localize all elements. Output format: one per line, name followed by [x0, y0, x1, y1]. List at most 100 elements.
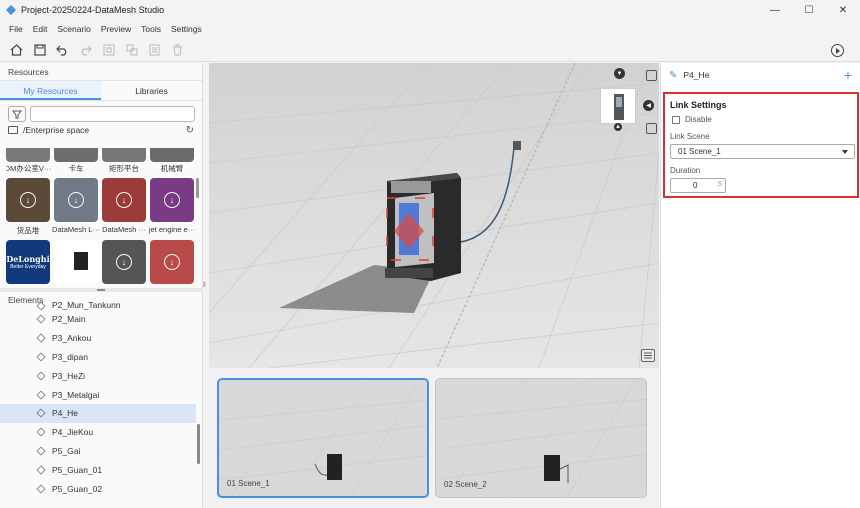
- resource-card[interactable]: ↓: [6, 178, 50, 222]
- refresh-icon[interactable]: ↻: [186, 125, 194, 136]
- element-label: P2_Main: [52, 314, 86, 325]
- home-icon: [10, 43, 23, 56]
- transform-button[interactable]: [120, 40, 143, 60]
- undo-icon: [56, 45, 67, 56]
- resource-card[interactable]: ↓: [102, 178, 146, 222]
- element-row[interactable]: P3_Ankou: [0, 329, 196, 348]
- brand-logo-text: DeLonghi: [6, 254, 50, 264]
- toolbar: [0, 38, 860, 62]
- menu-edit[interactable]: Edit: [28, 24, 53, 34]
- folder-path: /Enterprise space ↻: [0, 122, 202, 138]
- save-button[interactable]: [28, 40, 51, 60]
- filter-button[interactable]: [8, 106, 26, 122]
- document-button[interactable]: [143, 40, 166, 60]
- list-view-icon[interactable]: [641, 349, 655, 362]
- title-bar: Project-20250224-DataMesh Studio — ☐ ✕: [0, 0, 860, 20]
- cube-icon: [36, 484, 46, 494]
- book-icon[interactable]: [646, 123, 657, 134]
- link-settings-section: Link Settings Disable Link Scene 01 Scen…: [663, 92, 859, 198]
- screenshot-icon[interactable]: [646, 70, 657, 81]
- machine-thumbnail: [74, 252, 88, 270]
- menu-file[interactable]: File: [4, 24, 28, 34]
- scene-label: 01 Scene_1: [227, 479, 270, 488]
- download-icon: ↓: [20, 192, 36, 208]
- close-button[interactable]: ✕: [826, 0, 860, 20]
- resource-card-delonghi[interactable]: DeLonghi Better Everyday: [6, 240, 50, 284]
- element-label: P5_Gai: [52, 445, 81, 456]
- menu-settings[interactable]: Settings: [166, 24, 207, 34]
- resource-label: DataMesh L···: [52, 225, 100, 234]
- view-up-icon[interactable]: ▼: [614, 68, 625, 79]
- resource-card[interactable]: ↓: [150, 240, 194, 284]
- tab-my-resources[interactable]: My Resources: [0, 81, 101, 100]
- scene-card-1[interactable]: 01 Scene_1: [217, 378, 429, 498]
- element-row[interactable]: P5_Guan_02: [0, 479, 196, 498]
- resource-card[interactable]: [6, 148, 50, 162]
- disable-row: Disable: [672, 115, 712, 124]
- resource-card[interactable]: ↓: [150, 178, 194, 222]
- resource-card[interactable]: ↓: [54, 178, 98, 222]
- element-label: P5_Guan_01: [52, 464, 103, 475]
- element-row[interactable]: P3_HeZi: [0, 366, 196, 385]
- view-down-icon[interactable]: ▲: [614, 123, 622, 131]
- menu-preview[interactable]: Preview: [96, 24, 136, 34]
- resource-card[interactable]: ↓: [102, 240, 146, 284]
- element-row[interactable]: P5_Gai: [0, 442, 196, 461]
- cube-icon: [36, 390, 46, 400]
- splitter-handle[interactable]: [97, 289, 105, 291]
- scene-card-2[interactable]: 02 Scene_2: [435, 378, 647, 498]
- resource-label: DataMesh ···: [102, 225, 146, 234]
- minimize-button[interactable]: —: [758, 0, 792, 20]
- duration-input[interactable]: 0 S: [670, 178, 726, 193]
- properties-header: ✎ P4_He +: [661, 63, 860, 87]
- menu-scenario[interactable]: Scenario: [52, 24, 96, 34]
- cube-icon: [36, 465, 46, 475]
- play-button[interactable]: [831, 44, 844, 57]
- menu-bar: File Edit Scenario Preview Tools Setting…: [0, 20, 860, 38]
- cube-icon: [36, 333, 46, 343]
- download-icon: ↓: [164, 254, 180, 270]
- play-icon: [836, 47, 840, 54]
- element-row[interactable]: P4_JieKou: [0, 423, 196, 442]
- element-row[interactable]: P3_dipan: [0, 348, 196, 367]
- resource-card[interactable]: [54, 240, 98, 284]
- cube-icon: [36, 408, 46, 418]
- undo-button[interactable]: [51, 40, 74, 60]
- home-button[interactable]: [5, 40, 28, 60]
- download-icon: ↓: [116, 254, 132, 270]
- delete-button[interactable]: [166, 40, 189, 60]
- element-label: P2_Mun_Tankunn: [52, 300, 121, 310]
- link-scene-select[interactable]: 01 Scene_1: [670, 144, 855, 159]
- add-icon[interactable]: +: [844, 67, 852, 83]
- pencil-icon[interactable]: ✎: [669, 70, 677, 81]
- download-icon: ↓: [68, 192, 84, 208]
- element-row[interactable]: P2_Mun_Tankunn: [0, 300, 196, 310]
- folder-path-text: /Enterprise space: [23, 125, 90, 135]
- scene-viewport[interactable]: ▼ ◀ ▲: [209, 63, 659, 368]
- cube-icon: [36, 301, 46, 310]
- chevron-down-icon: [842, 150, 848, 154]
- element-row-selected[interactable]: P4_He: [0, 403, 196, 423]
- redo-button[interactable]: [74, 40, 97, 60]
- resource-scrollbar[interactable]: [196, 178, 199, 198]
- resource-label: 机械臂: [160, 164, 184, 173]
- maximize-button[interactable]: ☐: [792, 0, 826, 20]
- elements-scrollbar[interactable]: [197, 424, 200, 464]
- frame-button[interactable]: [97, 40, 120, 60]
- tab-libraries[interactable]: Libraries: [101, 81, 202, 100]
- element-label: P3_Metalgai: [52, 389, 100, 400]
- resource-card[interactable]: [54, 148, 98, 162]
- view-cube[interactable]: [600, 88, 636, 124]
- resource-card[interactable]: [150, 148, 194, 162]
- resource-card[interactable]: [102, 148, 146, 162]
- resource-tabs: My Resources Libraries: [0, 81, 202, 101]
- menu-tools[interactable]: Tools: [136, 24, 166, 34]
- brand-logo-subtext: Better Everyday: [10, 264, 46, 270]
- disable-checkbox[interactable]: [672, 115, 680, 124]
- collapse-handle-icon[interactable]: ‖: [203, 282, 207, 292]
- view-left-icon[interactable]: ◀: [643, 100, 654, 111]
- element-row[interactable]: P3_Metalgai: [0, 385, 196, 404]
- element-row[interactable]: P5_Guan_01: [0, 460, 196, 479]
- search-input[interactable]: [30, 106, 195, 122]
- element-row[interactable]: P2_Main: [0, 310, 196, 329]
